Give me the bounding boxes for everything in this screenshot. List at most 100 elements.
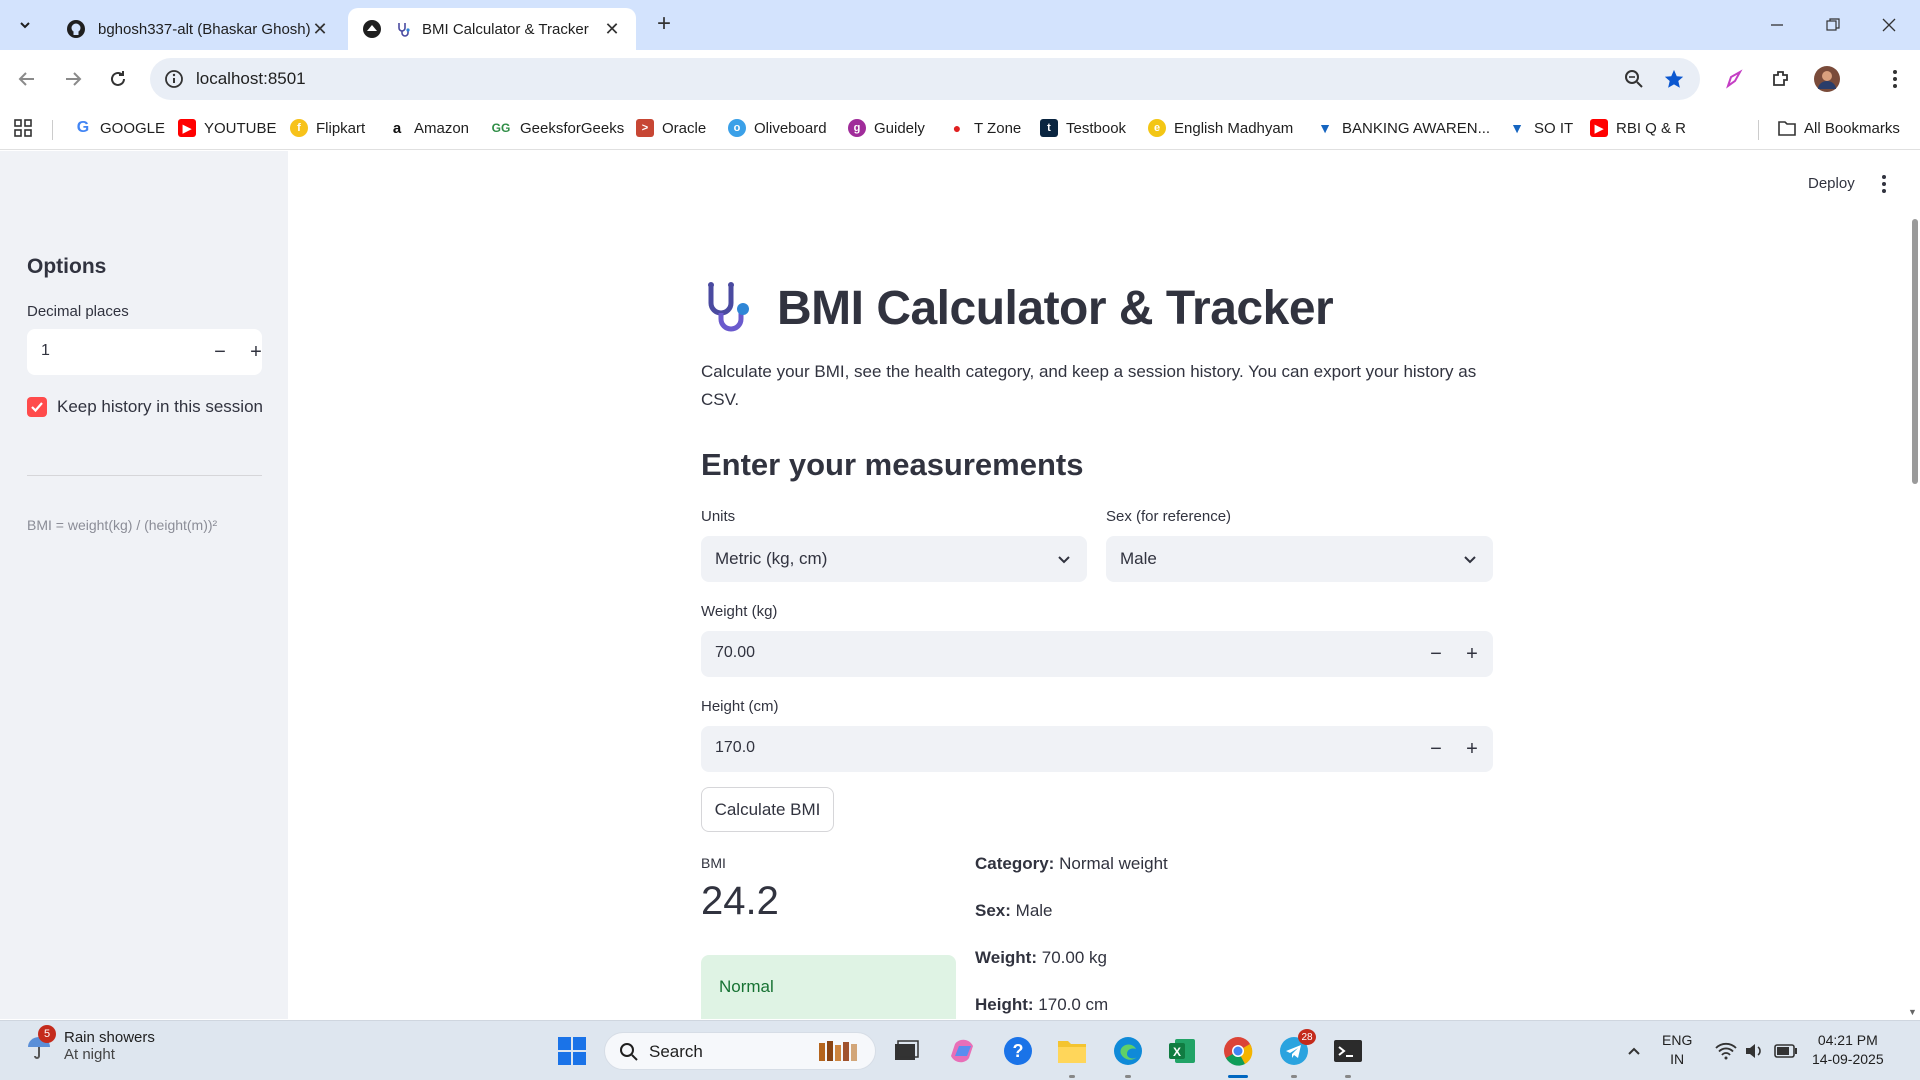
tab-bmi[interactable]: BMI Calculator & Tracker ✕ [348,8,636,50]
battery-icon[interactable] [1768,1033,1804,1069]
sidebar-title: Options [27,255,107,278]
extension-pen-icon[interactable] [1720,64,1750,94]
reload-button[interactable] [103,64,133,94]
copilot-icon[interactable] [946,1033,982,1069]
scrollbar[interactable] [1912,219,1918,484]
category-detail: Category: Normal weight [975,854,1168,874]
intro-text: Calculate your BMI, see the health categ… [701,362,1477,409]
bookmark-banking[interactable]: ▼ BANKING AWAREN... [1316,116,1490,140]
clock[interactable]: 04:21 PM 14-09-2025 [1812,1031,1884,1069]
windows-start-icon[interactable] [554,1033,590,1069]
bookmark-rbi[interactable]: ▶ RBI Q & R [1590,116,1686,140]
svg-text:?: ? [1013,1041,1024,1061]
language-line2: IN [1670,1051,1685,1067]
sex-key: Sex: [975,901,1011,920]
star-icon[interactable] [1662,67,1686,91]
excel-icon[interactable]: X [1164,1033,1200,1069]
checkmark-icon[interactable] [27,397,47,417]
bookmark-label: Oracle [662,119,707,137]
extensions-icon[interactable] [1766,64,1796,94]
increment-button[interactable]: + [243,339,269,365]
bookmark-guidely[interactable]: g Guidely [848,116,925,140]
height-label: Height (cm) [701,698,779,715]
site-info-icon[interactable] [162,67,186,91]
app-menu-icon[interactable] [1874,173,1894,195]
bookmark-oracle[interactable]: > Oracle [636,116,706,140]
sex-select[interactable]: Male [1106,536,1493,582]
increment-button[interactable]: + [1459,641,1485,667]
reload-icon [111,71,125,86]
weight-value[interactable]: 70.00 [715,644,755,662]
task-view-icon[interactable] [888,1033,924,1069]
bookmark-divider [1758,120,1759,140]
bookmark-soit[interactable]: ▼ SO IT [1508,116,1573,140]
terminal-icon[interactable] [1330,1033,1366,1069]
units-label: Units [701,508,736,525]
bookmark-amazon[interactable]: a Amazon [388,116,469,140]
tab-search-button[interactable] [12,12,38,38]
weight-input[interactable]: 70.00 − + [701,631,1493,677]
keep-history-checkbox[interactable]: Keep history in this session [27,397,263,417]
bookmark-label: RBI Q & R [1616,119,1687,137]
edge-icon[interactable] [1110,1033,1146,1069]
tab-github[interactable]: bghosh337-alt (Bhaskar Ghosh) ✕ [52,8,344,50]
weight-key: Weight: [975,948,1038,967]
close-window-icon[interactable] [1874,10,1904,40]
decrement-button[interactable]: − [207,339,233,365]
running-indicator [1345,1075,1351,1078]
file-explorer-icon[interactable] [1054,1033,1090,1069]
bookmark-flipkart[interactable]: f Flipkart [290,116,365,140]
minimize-icon[interactable] [1762,10,1792,40]
banking-icon: ▼ [1316,119,1334,137]
all-bookmarks-button[interactable]: All Bookmarks [1778,116,1900,140]
weather-widget[interactable]: 5 Rain showers At night [24,1025,155,1063]
english-madhyam-icon: e [1148,119,1166,137]
deploy-button[interactable]: Deploy [1808,175,1855,192]
page-title: BMI Calculator & Tracker [701,279,1334,337]
forward-button[interactable] [58,64,88,94]
zoom-icon[interactable] [1622,67,1646,91]
taskbar-search[interactable]: Search [604,1032,876,1070]
back-button[interactable] [12,64,42,94]
svg-text:X: X [1173,1045,1181,1059]
bookmark-google[interactable]: G GOOGLE [74,116,165,140]
bookmark-testbook[interactable]: t Testbook [1040,116,1126,140]
bookmark-label: Testbook [1066,119,1127,137]
height-detail: Height: 170.0 cm [975,995,1108,1015]
menu-kebab-icon[interactable] [1880,64,1910,94]
bookmark-gfg[interactable]: GG GeeksforGeeks [490,116,624,140]
bookmark-oliveboard[interactable]: o Oliveboard [728,116,827,140]
units-select[interactable]: Metric (kg, cm) [701,536,1087,582]
search-highlight-icon [815,1039,867,1070]
close-icon[interactable]: ✕ [602,19,622,40]
bookmark-tzone[interactable]: ● T Zone [948,116,1021,140]
volume-icon[interactable] [1736,1033,1772,1069]
telegram-icon[interactable]: 28 [1276,1029,1316,1069]
decrement-button[interactable]: − [1423,736,1449,762]
bookmark-english-madhyam[interactable]: e English Madhyam [1148,116,1293,140]
help-icon[interactable]: ? [1000,1033,1036,1069]
restore-icon[interactable] [1818,10,1848,40]
close-icon[interactable]: ✕ [310,19,330,40]
decimal-places-input[interactable]: 1 − + [27,329,262,375]
bookmark-divider [52,120,53,140]
increment-button[interactable]: + [1459,736,1485,762]
weather-line2: At night [64,1046,115,1063]
height-input[interactable]: 170.0 − + [701,726,1493,772]
new-tab-button[interactable]: + [650,10,678,38]
address-bar[interactable]: localhost:8501 [150,58,1700,100]
bookmark-label: Oliveboard [754,119,827,137]
decimal-places-value[interactable]: 1 [41,342,50,360]
calculate-bmi-button[interactable]: Calculate BMI [701,787,834,832]
apps-grid-icon[interactable] [14,116,32,140]
chevron-up-icon[interactable] [1616,1033,1652,1069]
avatar[interactable] [1812,64,1842,94]
bookmark-label: T Zone [974,119,1022,137]
height-value[interactable]: 170.0 [715,739,755,757]
bookmark-youtube[interactable]: ▶ YOUTUBE [178,116,277,140]
decrement-button[interactable]: − [1423,641,1449,667]
bookmark-label: GeeksforGeeks [520,119,625,137]
scroll-down-icon[interactable]: ▼ [1908,1007,1917,1017]
language-indicator[interactable]: ENG IN [1662,1031,1692,1069]
chrome-icon[interactable] [1220,1033,1256,1069]
